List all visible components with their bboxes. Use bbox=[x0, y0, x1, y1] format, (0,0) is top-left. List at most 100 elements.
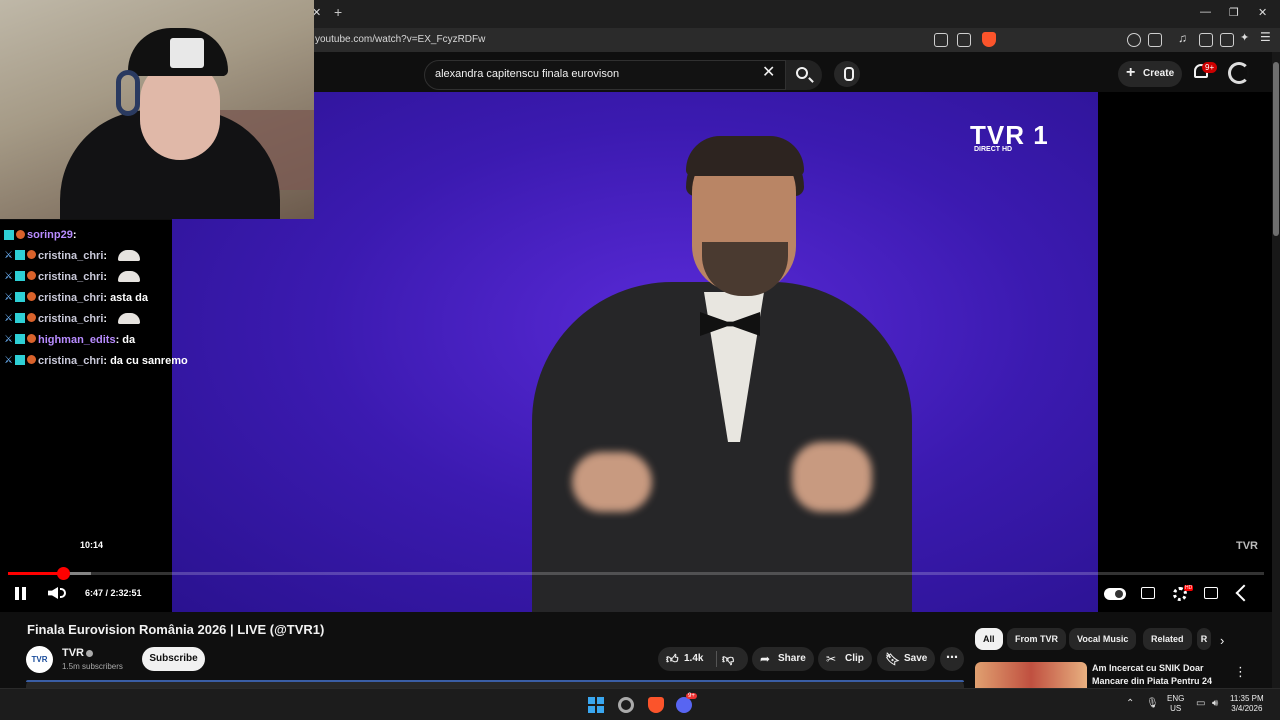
extensions-icon[interactable] bbox=[1127, 33, 1141, 47]
channel-name[interactable]: TVR bbox=[62, 647, 84, 659]
url-text[interactable]: youtube.com/watch?v=EX_FcyzRDFw bbox=[315, 34, 485, 45]
thumbs-down-icon[interactable]: 👎︎ bbox=[722, 652, 734, 667]
subscribe-button[interactable]: Subscribe bbox=[142, 647, 205, 671]
restore-icon[interactable]: ❐ bbox=[1229, 6, 1239, 19]
discord-icon[interactable] bbox=[676, 697, 692, 713]
sword-badge-icon: ⚔ bbox=[4, 292, 13, 303]
gem-badge-icon bbox=[26, 334, 36, 343]
channel-avatar[interactable]: TVR bbox=[26, 646, 53, 673]
gem-badge-icon bbox=[26, 355, 36, 364]
close-window-icon[interactable]: ✕ bbox=[1258, 6, 1267, 19]
media-icon[interactable]: ♫ bbox=[1178, 31, 1192, 45]
miniplayer-icon[interactable] bbox=[1204, 587, 1218, 599]
page-scrollbar[interactable] bbox=[1272, 52, 1280, 688]
video-right-letterbox bbox=[1098, 92, 1272, 612]
chat-message: ⚔ cristina_chri: da cu sanremo bbox=[4, 354, 188, 367]
bookmark-icon: 🔖︎ bbox=[885, 652, 901, 666]
chip-vocal-music[interactable]: Vocal Music bbox=[1069, 628, 1137, 650]
tray-chevron-up-icon[interactable]: ⌃ bbox=[1126, 698, 1134, 709]
like-button[interactable]: 👍︎ 1.4k 👎︎ bbox=[658, 647, 748, 671]
chat-username[interactable]: cristina_chri bbox=[38, 313, 103, 325]
gem-badge-icon bbox=[26, 250, 36, 259]
obs-icon[interactable] bbox=[618, 697, 634, 713]
chat-username[interactable]: cristina_chri bbox=[38, 250, 103, 262]
chat-username[interactable]: cristina_chri bbox=[38, 292, 103, 304]
search-query: alexandra capitenscu finala eurovison bbox=[435, 68, 620, 80]
save-button[interactable]: 🔖︎ Save bbox=[877, 647, 935, 671]
chat-message: ⚔ cristina_chri: bbox=[4, 308, 204, 329]
captions-icon[interactable] bbox=[1141, 587, 1155, 599]
subscriber-badge-icon bbox=[14, 334, 25, 344]
progress-bar[interactable] bbox=[8, 572, 1264, 575]
chat-username[interactable]: cristina_chri bbox=[38, 271, 103, 283]
scrollbar-thumb[interactable] bbox=[1273, 62, 1279, 236]
chevron-right-icon[interactable]: › bbox=[1220, 633, 1224, 648]
thumbs-up-icon: 👍︎ bbox=[666, 652, 679, 666]
chat-badges: ⚔ bbox=[4, 292, 36, 303]
menu-icon[interactable]: ☰ bbox=[1260, 30, 1274, 44]
share-page-icon[interactable] bbox=[957, 33, 971, 47]
share-button[interactable]: ➦ Share bbox=[752, 647, 814, 671]
reading-list-icon[interactable] bbox=[1148, 33, 1162, 47]
chat-badges: ⚔ bbox=[4, 271, 36, 282]
cast-icon[interactable] bbox=[934, 33, 948, 47]
recommended-video-thumbnail[interactable] bbox=[975, 662, 1087, 688]
voice-search-icon[interactable] bbox=[834, 61, 860, 87]
search-icon bbox=[796, 67, 808, 79]
sword-badge-icon: ⚔ bbox=[4, 334, 13, 345]
wallet-icon[interactable] bbox=[1220, 33, 1234, 47]
chat-text: asta da bbox=[110, 291, 148, 304]
chat-emote bbox=[118, 313, 141, 324]
new-tab-icon[interactable]: + bbox=[334, 4, 342, 20]
gem-badge-icon bbox=[26, 271, 36, 280]
minimize-icon[interactable]: — bbox=[1200, 6, 1211, 18]
discord-badge: 9+ bbox=[686, 693, 697, 699]
clear-search-icon[interactable]: ✕ bbox=[762, 62, 775, 82]
search-button[interactable] bbox=[786, 60, 822, 90]
chat-badges: ⚔ bbox=[4, 250, 36, 261]
sword-badge-icon: ⚔ bbox=[4, 250, 13, 261]
chat-username[interactable]: cristina_chri bbox=[38, 355, 103, 367]
chat-message: ⚔ cristina_chri: asta da bbox=[4, 291, 148, 304]
brave-shields-icon[interactable] bbox=[982, 32, 996, 47]
windows-start-icon[interactable] bbox=[588, 697, 604, 713]
sidebar-icon[interactable] bbox=[1199, 33, 1213, 47]
sword-badge-icon: ⚔ bbox=[4, 271, 13, 282]
chat-username[interactable]: sorinp29 bbox=[27, 229, 73, 241]
tray-network-icon[interactable]: ▭ bbox=[1196, 698, 1205, 709]
description-box[interactable] bbox=[26, 680, 964, 688]
chat-badges: ⚔ bbox=[4, 313, 36, 324]
chat-text: da cu sanremo bbox=[110, 354, 188, 367]
hd-badge: HD bbox=[1184, 585, 1194, 591]
more-vertical-icon[interactable]: ⋮ bbox=[1234, 664, 1247, 680]
more-actions-button[interactable]: ⋯ bbox=[940, 647, 964, 671]
create-button[interactable]: + Create bbox=[1118, 61, 1182, 87]
gem-badge-icon bbox=[26, 313, 36, 322]
clip-button[interactable]: ✂ Clip bbox=[818, 647, 872, 671]
account-avatar[interactable] bbox=[1228, 62, 1250, 84]
chip-r[interactable]: R bbox=[1197, 628, 1211, 650]
search-input[interactable]: alexandra capitenscu finala eurovison bbox=[424, 60, 786, 90]
subscriber-badge-icon bbox=[14, 271, 25, 281]
chat-badges bbox=[4, 229, 25, 240]
chat-emote bbox=[118, 250, 141, 261]
brave-browser-icon[interactable] bbox=[648, 697, 664, 713]
cap-logo-patch bbox=[170, 38, 204, 68]
chat-badges: ⚔ bbox=[4, 334, 36, 345]
subscriber-badge-icon bbox=[14, 355, 25, 365]
tvr-watermark: TVR bbox=[1236, 540, 1258, 552]
progress-played bbox=[8, 572, 64, 575]
chip-related[interactable]: Related bbox=[1143, 628, 1192, 650]
chip-all[interactable]: All bbox=[975, 628, 1003, 650]
autoplay-toggle[interactable] bbox=[1104, 588, 1126, 600]
leo-ai-icon[interactable]: ✦ bbox=[1240, 31, 1254, 45]
headphones bbox=[116, 70, 140, 116]
tray-volume-icon[interactable]: 🔊︎ bbox=[1212, 698, 1218, 709]
input-language[interactable]: ENG US bbox=[1167, 694, 1184, 714]
chip-from-tvr[interactable]: From TVR bbox=[1007, 628, 1067, 650]
time-display: 6:47 / 2:32:51 bbox=[85, 588, 142, 598]
pause-icon[interactable] bbox=[14, 587, 28, 601]
clock[interactable]: 11:35 PM 3/4/2026 bbox=[1230, 694, 1264, 714]
chat-username[interactable]: highman_edits bbox=[38, 334, 116, 346]
tray-mic-icon[interactable]: 🎙︎ bbox=[1146, 698, 1159, 709]
